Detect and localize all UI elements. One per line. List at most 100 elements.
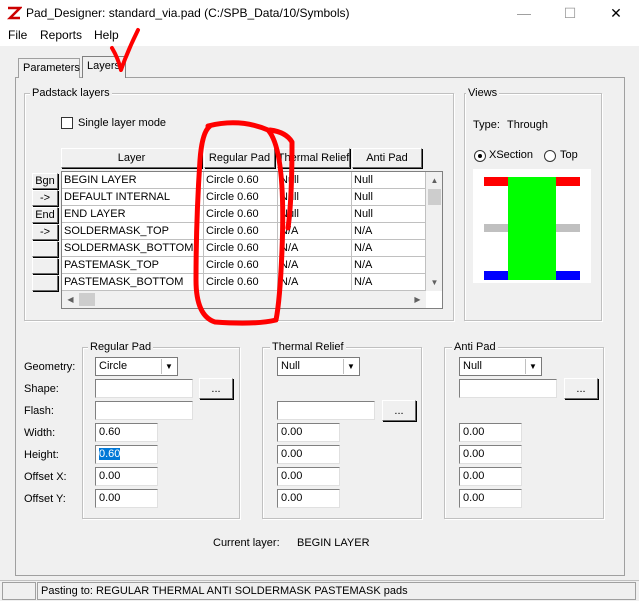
thermal-relief-label: Thermal Relief [270,341,346,353]
column-header-layer[interactable]: Layer [61,148,202,168]
internal-pad-right [556,224,580,232]
cell-thermal-relief[interactable]: N/A [278,257,352,274]
anti-shape-browse-button[interactable]: ... [564,378,598,399]
close-button[interactable]: ✕ [593,0,639,26]
cell-anti-pad[interactable]: Null [352,189,426,206]
cell-layer[interactable]: END LAYER [62,206,204,223]
cell-anti-pad[interactable]: N/A [352,223,426,240]
chevron-down-icon[interactable]: ▼ [525,359,540,374]
scroll-right-icon[interactable]: ▶ [409,291,426,308]
padstack-layers-grid[interactable]: BEGIN LAYER Circle 0.60 Null Null DEFAUL… [61,171,443,309]
regular-shape-field[interactable] [95,379,193,398]
single-layer-checkbox[interactable] [61,117,73,129]
current-layer-label: Current layer: [213,537,280,549]
menu-reports[interactable]: Reports [40,28,82,42]
anti-offset-x-field[interactable]: 0.00 [459,467,522,486]
thermal-width-field[interactable]: 0.00 [277,423,340,442]
chevron-down-icon[interactable]: ▼ [161,359,176,374]
cell-regular-pad[interactable]: Circle 0.60 [204,240,278,257]
cell-layer[interactable]: DEFAULT INTERNAL [62,189,204,206]
scroll-thumb[interactable] [428,189,441,205]
top-label: Top [560,149,578,161]
minimize-button[interactable]: — [501,0,547,26]
copy-to-internal-button[interactable]: -> [32,190,58,206]
row-button-7[interactable] [32,275,58,291]
cell-layer[interactable]: BEGIN LAYER [62,172,204,189]
column-header-thermal-relief[interactable]: Thermal Relief [277,148,350,168]
thermal-flash-browse-button[interactable]: ... [382,400,416,421]
anti-height-field[interactable]: 0.00 [459,445,522,464]
shape-label: Shape: [24,383,59,395]
scroll-up-icon[interactable]: ▲ [426,172,442,189]
thermal-flash-field[interactable] [277,401,375,420]
row-button-5[interactable] [32,241,58,257]
cell-layer[interactable]: PASTEMASK_BOTTOM [62,274,204,291]
cell-regular-pad[interactable]: Circle 0.60 [204,172,278,189]
tab-layers[interactable]: Layers [82,56,126,78]
cell-anti-pad[interactable]: Null [352,206,426,223]
regular-offset-x-field[interactable]: 0.00 [95,467,158,486]
copy-to-mask-button[interactable]: -> [32,224,58,240]
anti-geometry-select[interactable]: Null ▼ [459,357,542,376]
thermal-height-field[interactable]: 0.00 [277,445,340,464]
thermal-offset-y-field[interactable]: 0.00 [277,489,340,508]
type-value: Through [507,119,548,131]
cell-thermal-relief[interactable]: Null [278,172,352,189]
begin-row-button[interactable]: Bgn [32,173,58,189]
regular-shape-browse-button[interactable]: ... [199,378,233,399]
offset-y-label: Offset Y: [24,493,66,505]
cell-layer[interactable]: SOLDERMASK_BOTTOM [62,240,204,257]
tab-parameters[interactable]: Parameters [18,58,80,78]
cell-anti-pad[interactable]: Null [352,172,426,189]
anti-offset-y-field[interactable]: 0.00 [459,489,522,508]
via-barrel [508,177,556,280]
single-layer-label: Single layer mode [78,117,167,129]
column-header-anti-pad[interactable]: Anti Pad [352,148,422,168]
cell-regular-pad[interactable]: Circle 0.60 [204,274,278,291]
thermal-geometry-select[interactable]: Null ▼ [277,357,360,376]
regular-width-field[interactable]: 0.60 [95,423,158,442]
internal-pad-left [484,224,508,232]
grid-horizontal-scrollbar[interactable] [62,291,426,308]
row-button-6[interactable] [32,258,58,274]
cell-layer[interactable]: SOLDERMASK_TOP [62,223,204,240]
xsection-radio[interactable] [474,150,486,162]
cell-anti-pad[interactable]: N/A [352,240,426,257]
cell-thermal-relief[interactable]: N/A [278,223,352,240]
anti-width-field[interactable]: 0.00 [459,423,522,442]
chevron-down-icon[interactable]: ▼ [343,359,358,374]
end-row-button[interactable]: End [32,207,58,223]
regular-flash-field[interactable] [95,401,193,420]
cell-regular-pad[interactable]: Circle 0.60 [204,189,278,206]
anti-shape-field[interactable] [459,379,557,398]
regular-offset-y-field[interactable]: 0.00 [95,489,158,508]
bottom-pad-left [484,271,508,280]
top-radio[interactable] [544,150,556,162]
top-pad-right [556,177,580,186]
cell-regular-pad[interactable]: Circle 0.60 [204,206,278,223]
scroll-thumb-horizontal[interactable] [79,293,95,306]
cell-regular-pad[interactable]: Circle 0.60 [204,257,278,274]
xsection-label: XSection [489,149,534,161]
current-layer-value: BEGIN LAYER [297,537,370,549]
cell-regular-pad[interactable]: Circle 0.60 [204,223,278,240]
cell-thermal-relief[interactable]: Null [278,206,352,223]
cell-thermal-relief[interactable]: N/A [278,240,352,257]
top-pad-left [484,177,508,186]
regular-height-field[interactable]: 0.60 [95,445,158,464]
column-header-regular-pad[interactable]: Regular Pad [204,148,275,168]
regular-geometry-select[interactable]: Circle ▼ [95,357,178,376]
menu-help[interactable]: Help [94,28,119,42]
cell-thermal-relief[interactable]: Null [278,189,352,206]
cell-anti-pad[interactable]: N/A [352,257,426,274]
menu-file[interactable]: File [8,28,27,42]
thermal-offset-x-field[interactable]: 0.00 [277,467,340,486]
cell-anti-pad[interactable]: N/A [352,274,426,291]
cell-layer[interactable]: PASTEMASK_TOP [62,257,204,274]
window-title: Pad_Designer: standard_via.pad (C:/SPB_D… [26,6,350,20]
scroll-left-icon[interactable]: ◀ [62,291,79,308]
cell-thermal-relief[interactable]: N/A [278,274,352,291]
maximize-button[interactable]: ☐ [547,0,593,26]
height-label: Height: [24,449,59,461]
scroll-down-icon[interactable]: ▼ [426,274,442,291]
